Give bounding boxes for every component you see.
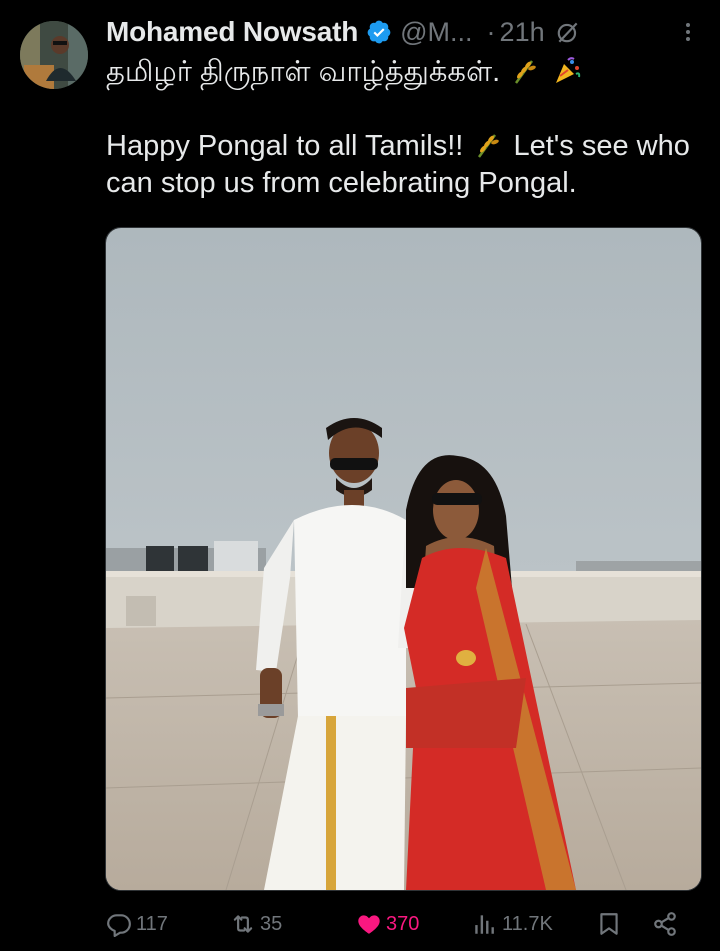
separator-dot: · <box>486 16 496 47</box>
reply-count: 117 <box>136 912 168 935</box>
party-popper-emoji-icon <box>556 57 581 83</box>
tamil-greeting-text: தமிழர் திருநாள் வாழ்த்துக்கள். <box>106 56 501 88</box>
reply-icon <box>107 914 131 937</box>
repost-count: 35 <box>260 912 283 935</box>
views-count: 11.7K <box>502 912 553 935</box>
bookmark-icon <box>600 913 618 935</box>
grok-icon[interactable] <box>555 19 581 45</box>
views-icon <box>475 915 494 934</box>
tweet-header: Mohamed Nowsath @M... · 21h <box>106 14 700 50</box>
heart-icon <box>358 915 380 934</box>
timestamp[interactable]: 21h <box>500 17 545 48</box>
couple-photo-illustration <box>106 228 701 890</box>
bookmark-button[interactable] <box>596 904 626 944</box>
user-handle[interactable]: @M... <box>400 17 472 48</box>
avatar-image <box>20 21 88 89</box>
share-icon <box>654 912 676 936</box>
like-count: 370 <box>386 912 420 935</box>
pongal-greeting-text: Happy Pongal to all Tamils!! <box>106 130 464 162</box>
verified-badge-icon <box>367 20 391 44</box>
avatar[interactable] <box>20 21 88 89</box>
tweet-actions: 117 35 370 11.7K <box>106 904 686 944</box>
reply-button[interactable]: 117 <box>106 904 168 944</box>
rice-sheaf-emoji-icon <box>478 134 500 158</box>
rice-sheaf-emoji-icon <box>515 60 537 84</box>
share-button[interactable] <box>652 904 682 944</box>
like-button[interactable]: 370 <box>356 904 419 944</box>
repost-button[interactable]: 35 <box>230 904 282 944</box>
tweet-text: தமிழர் திருநாள் வாழ்த்துக்கள். Happy Pon… <box>106 54 706 202</box>
more-vertical-icon[interactable] <box>676 20 700 44</box>
tweet[interactable]: Mohamed Nowsath @M... · 21h தமிழர் திருந… <box>0 0 720 951</box>
display-name[interactable]: Mohamed Nowsath <box>106 16 358 48</box>
views-button[interactable]: 11.7K <box>472 904 553 944</box>
tweet-line-tamil: தமிழர் திருநாள் வாழ்த்துக்கள். <box>106 54 706 91</box>
tweet-photo[interactable] <box>105 227 702 891</box>
repost-icon <box>233 915 253 933</box>
tweet-line-english: Happy Pongal to all Tamils!! Let's see w… <box>106 128 706 202</box>
